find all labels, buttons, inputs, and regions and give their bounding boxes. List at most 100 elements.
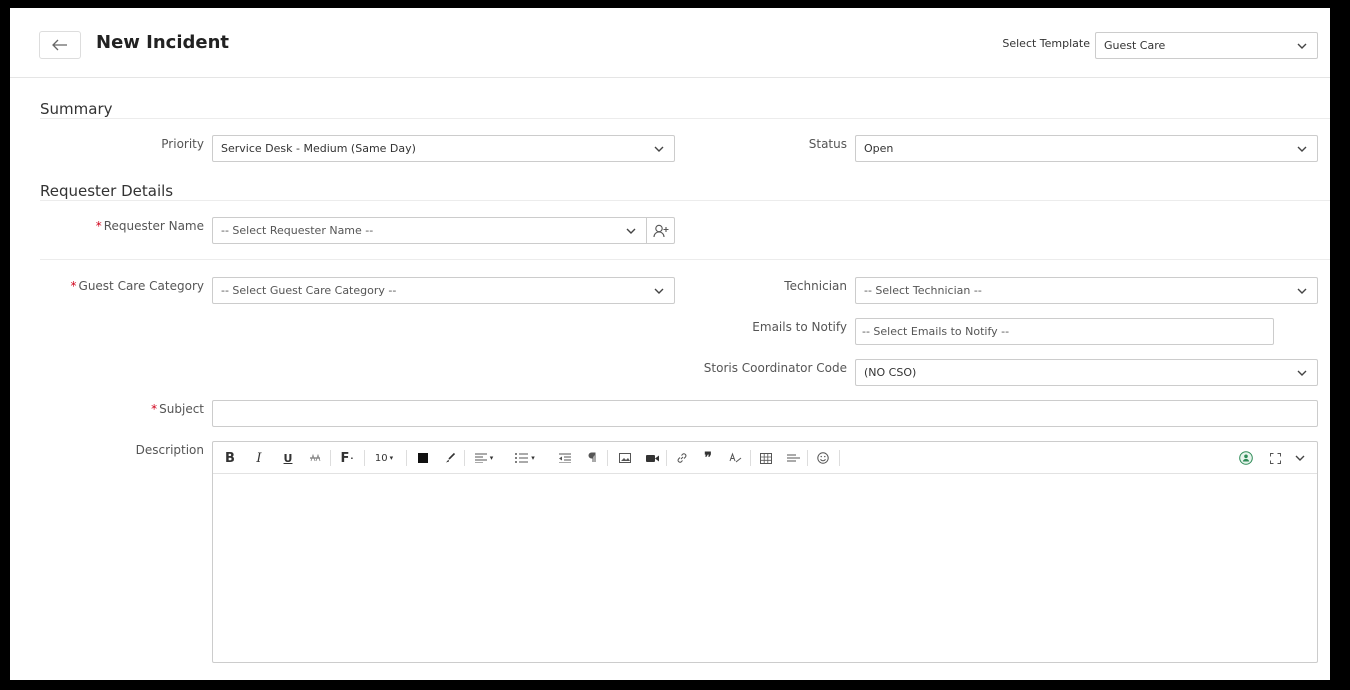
insert-link-button[interactable] bbox=[674, 448, 690, 468]
requester-divider bbox=[40, 200, 1330, 201]
strikethrough-icon bbox=[310, 453, 321, 462]
quote-button[interactable]: ❞ bbox=[701, 448, 715, 468]
storis-coordinator-code-label: Storis Coordinator Code bbox=[703, 361, 847, 375]
chevron-down-icon bbox=[1295, 284, 1309, 298]
brush-icon bbox=[446, 452, 456, 463]
chevron-down-icon bbox=[1295, 366, 1309, 380]
template-select[interactable]: Guest Care bbox=[1095, 32, 1318, 59]
template-label: Select Template bbox=[1002, 37, 1090, 50]
image-icon bbox=[619, 453, 631, 463]
technician-placeholder: -- Select Technician -- bbox=[864, 284, 982, 297]
description-text-area[interactable] bbox=[213, 475, 1317, 662]
strikethrough-button[interactable] bbox=[307, 448, 323, 468]
emails-to-notify-label: Emails to Notify bbox=[752, 320, 847, 334]
required-marker: * bbox=[95, 219, 102, 233]
font-family-button[interactable]: F · bbox=[338, 448, 356, 468]
add-requester-button[interactable] bbox=[647, 217, 675, 244]
insert-video-button[interactable] bbox=[644, 448, 660, 468]
description-label: Description bbox=[135, 443, 204, 457]
chevron-down-icon bbox=[1295, 39, 1309, 53]
paragraph-format-button[interactable] bbox=[585, 448, 599, 468]
toolbar-separator bbox=[406, 450, 407, 466]
italic-button[interactable]: I bbox=[252, 448, 266, 468]
list-button[interactable]: ▾ bbox=[513, 448, 537, 468]
details-divider bbox=[40, 259, 1330, 260]
storis-coordinator-code-value: (NO CSO) bbox=[864, 366, 917, 379]
horizontal-line-icon bbox=[786, 454, 800, 462]
caret-down-icon: ▾ bbox=[489, 454, 494, 462]
subject-input[interactable] bbox=[212, 400, 1318, 427]
toolbar-separator bbox=[464, 450, 465, 466]
priority-label: Priority bbox=[161, 137, 204, 151]
paragraph-icon bbox=[588, 452, 596, 462]
expand-icon bbox=[1269, 452, 1281, 464]
caret-down-icon: ▾ bbox=[389, 454, 394, 462]
toolbar-separator bbox=[750, 450, 751, 466]
page-header: New Incident Select Template Guest Care bbox=[10, 8, 1330, 78]
chevron-down-icon bbox=[624, 224, 638, 238]
insert-table-button[interactable] bbox=[758, 448, 774, 468]
subject-label: * Subject bbox=[40, 402, 204, 416]
insert-image-button[interactable] bbox=[617, 448, 633, 468]
required-marker: * bbox=[70, 279, 77, 293]
clear-format-icon bbox=[729, 452, 741, 463]
more-options-button[interactable] bbox=[1293, 448, 1307, 468]
requester-name-select[interactable]: -- Select Requester Name -- bbox=[212, 217, 647, 244]
status-select[interactable]: Open bbox=[855, 135, 1318, 162]
font-family-caret-icon: · bbox=[350, 453, 354, 463]
toolbar-separator bbox=[666, 450, 667, 466]
underline-button[interactable]: U bbox=[281, 448, 295, 468]
outdent-button[interactable] bbox=[557, 448, 573, 468]
align-button[interactable]: ▾ bbox=[472, 448, 496, 468]
emails-to-notify-input[interactable] bbox=[855, 318, 1274, 345]
toolbar-separator bbox=[839, 450, 840, 466]
align-left-icon bbox=[474, 453, 487, 463]
technician-select[interactable]: -- Select Technician -- bbox=[855, 277, 1318, 304]
priority-select[interactable]: Service Desk - Medium (Same Day) bbox=[212, 135, 675, 162]
font-family-letter: F bbox=[340, 450, 350, 466]
quote-icon: ❞ bbox=[704, 450, 712, 466]
guest-care-category-label: * Guest Care Category bbox=[40, 279, 204, 293]
description-editor: B I U F · 10 ▾ ▾ ▾ ❞ bbox=[212, 441, 1318, 663]
requester-heading: Requester Details bbox=[40, 182, 174, 200]
video-icon bbox=[645, 454, 659, 462]
toolbar-separator bbox=[607, 450, 608, 466]
arrow-left-icon bbox=[52, 39, 67, 51]
page-title: New Incident bbox=[96, 32, 230, 53]
smiley-icon bbox=[817, 452, 829, 464]
link-icon bbox=[677, 453, 687, 463]
status-value: Open bbox=[864, 142, 894, 155]
requester-name-label-text: Requester Name bbox=[103, 219, 204, 233]
guest-care-category-label-text: Guest Care Category bbox=[78, 279, 204, 293]
add-user-icon bbox=[652, 224, 668, 237]
subject-label-text: Subject bbox=[159, 402, 204, 416]
text-color-button[interactable] bbox=[416, 448, 430, 468]
editor-toolbar: B I U F · 10 ▾ ▾ ▾ ❞ bbox=[213, 442, 1317, 474]
guest-care-category-select[interactable]: -- Select Guest Care Category -- bbox=[212, 277, 675, 304]
table-icon bbox=[760, 452, 772, 464]
horizontal-line-button[interactable] bbox=[785, 448, 801, 468]
summary-heading: Summary bbox=[40, 100, 113, 118]
status-label: Status bbox=[808, 137, 847, 151]
chevron-down-icon bbox=[652, 284, 666, 298]
toolbar-separator bbox=[364, 450, 365, 466]
technician-label: Technician bbox=[784, 279, 847, 293]
chevron-down-icon bbox=[1295, 455, 1305, 461]
chevron-down-icon bbox=[652, 142, 666, 156]
bullet-list-icon bbox=[515, 453, 529, 463]
bold-button[interactable]: B bbox=[223, 448, 237, 468]
requester-name-placeholder: -- Select Requester Name -- bbox=[221, 224, 374, 237]
back-button[interactable] bbox=[39, 31, 81, 59]
highlight-button[interactable] bbox=[442, 448, 458, 468]
requester-name-label: * Requester Name bbox=[40, 219, 204, 233]
assistant-icon bbox=[1239, 451, 1253, 465]
storis-coordinator-code-select[interactable]: (NO CSO) bbox=[855, 359, 1318, 386]
summary-divider bbox=[40, 118, 1330, 119]
required-marker: * bbox=[151, 402, 158, 416]
font-size-button[interactable]: 10 ▾ bbox=[371, 448, 397, 468]
fullscreen-button[interactable] bbox=[1267, 448, 1283, 468]
grammar-assistant-button[interactable] bbox=[1237, 448, 1255, 468]
toolbar-separator bbox=[807, 450, 808, 466]
insert-emoji-button[interactable] bbox=[815, 448, 831, 468]
clear-format-button[interactable] bbox=[727, 448, 743, 468]
